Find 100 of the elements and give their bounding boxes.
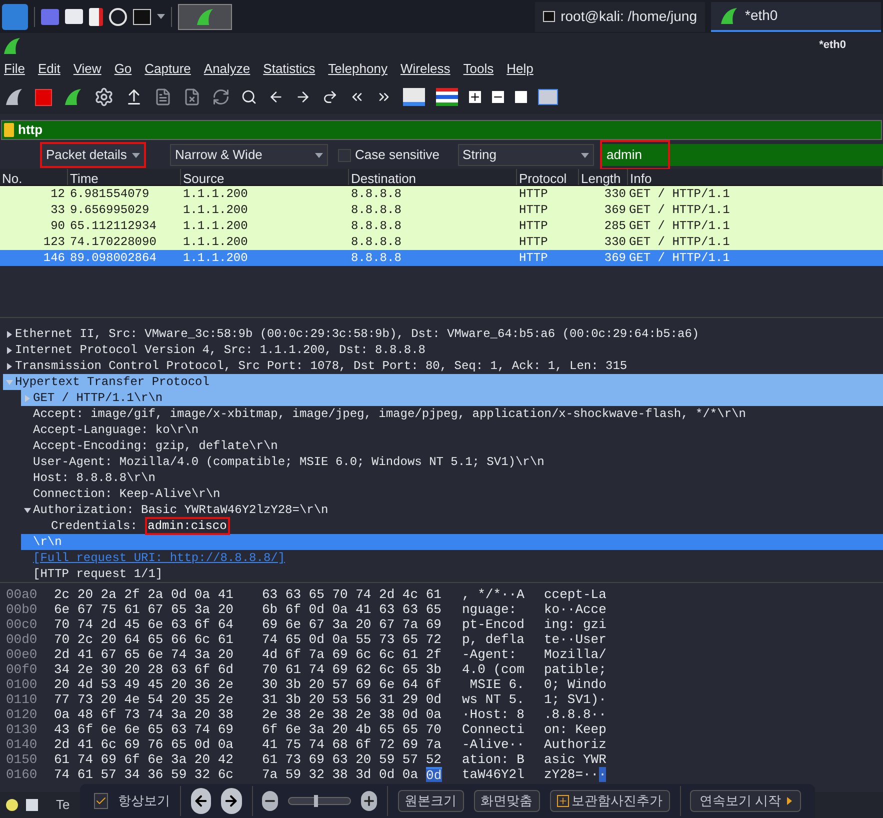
tree-row[interactable]: Ethernet II, Src: VMware_3c:58:9b (00:0c:29:3c:58:9b), Dst: VMware_64:b5:a6 (00:0c:29:64:b5:a6) [3, 326, 883, 342]
packet-cell-text: HTTP [518, 186, 549, 203]
hex-bytes: 70 74 2d 45 6e 63 6f 64 [54, 617, 234, 632]
expand-arrow-icon[interactable] [6, 330, 12, 338]
zoom-in-button[interactable] [361, 791, 377, 811]
menu-item[interactable]: Edit [36, 59, 62, 79]
slider-thumb[interactable] [314, 795, 318, 807]
start-capture-icon[interactable] [4, 87, 24, 107]
menu-item[interactable]: Tools [461, 59, 496, 79]
save-file-icon[interactable] [154, 88, 172, 106]
coloring-rules-icon[interactable] [436, 88, 458, 106]
zoom-in-icon[interactable] [469, 91, 481, 103]
viewer-button[interactable]: 원본크기 [398, 790, 464, 812]
menu-item[interactable]: Statistics [261, 59, 318, 79]
taskbar-window[interactable]: root@kali: /home/jung [535, 2, 705, 32]
menu-item[interactable]: Capture [142, 59, 193, 79]
tree-row[interactable]: Accept-Encoding: gzip, deflate\r\n [21, 438, 883, 454]
ascii-text: ation: B [462, 752, 526, 767]
tree-item-text: Internet Protocol Version 4, Src: 1.1.1.200, Dst: 8.8.8.8 [15, 342, 426, 359]
tree-row[interactable]: Hypertext Transfer Protocol [3, 374, 883, 390]
case-sensitive-checkbox[interactable] [338, 148, 351, 162]
tree-row[interactable]: Credentials: admin:cisco [39, 518, 883, 534]
reload-icon[interactable] [212, 88, 230, 106]
packet-row[interactable]: 90 65.112112934 1.1.1.200 8.8.8.8 HTTP 285 GET / HTTP/1.1 [0, 218, 883, 234]
character-width-dropdown[interactable]: Narrow & Wide [170, 144, 328, 166]
expand-arrow-icon[interactable] [6, 362, 12, 370]
display-filter-field[interactable]: http [1, 120, 882, 140]
viewer-button[interactable]: 화면맞춤 [474, 790, 540, 812]
document-icon[interactable] [89, 8, 103, 26]
wireshark-icon[interactable] [719, 6, 739, 26]
hex-bytes: 70 61 74 69 62 6c 65 3b [262, 662, 442, 677]
tree-row[interactable]: Accept: image/gif, image/x-xbitmap, image/jpeg, image/pjpeg, application/x-shockwave-flash, */*\r\n [21, 406, 883, 422]
packet-cell-text: HTTP [518, 234, 549, 251]
close-file-icon[interactable] [183, 88, 201, 106]
column-header[interactable]: Info [628, 169, 883, 185]
tree-row[interactable]: Authorization: Basic YWRtaW46Y2lzY28=\r\n [21, 502, 883, 518]
packet-cell-text: 330 [603, 186, 627, 203]
open-file-icon[interactable] [125, 88, 143, 106]
column-header[interactable]: No. [0, 169, 68, 185]
tree-row[interactable]: Internet Protocol Version 4, Src: 1.1.1.200, Dst: 8.8.8.8 [3, 342, 883, 358]
menu-item[interactable]: Wireless [398, 59, 452, 79]
selected-ascii-byte: · [598, 767, 606, 782]
menu-item[interactable]: Go [112, 59, 134, 79]
next-button[interactable] [221, 788, 242, 814]
slideshow-button[interactable]: 연속보기 시작 [690, 790, 801, 812]
column-header[interactable]: Length [579, 169, 628, 185]
tree-row[interactable]: Host: 8.8.8.8\r\n [21, 470, 883, 486]
menu-item[interactable]: Telephony [326, 59, 390, 79]
ascii-text: asic YWR [544, 752, 606, 767]
column-header[interactable]: Time [68, 169, 181, 185]
dropdown-icon[interactable] [157, 14, 165, 19]
packet-row[interactable]: 146 89.098002864 1.1.1.200 8.8.8.8 HTTP 369 GET / HTTP/1.1 [0, 250, 883, 266]
hex-bytes: 0a 48 6f 73 74 3a 20 38 [54, 707, 234, 722]
always-view-checkbox[interactable] [94, 793, 108, 809]
taskbar-window[interactable]: *eth0 [711, 2, 881, 32]
menu-item[interactable]: Help [504, 59, 536, 79]
column-header[interactable]: Source [181, 169, 349, 185]
tree-row[interactable]: Transmission Control Protocol, Src Port: 1078, Dst Port: 80, Seq: 1, Ack: 1, Len: 315 [3, 358, 883, 374]
search-scope-dropdown[interactable]: Packet details [40, 142, 146, 168]
hex-bytes: 41 75 74 68 6f 72 69 7a [262, 737, 442, 752]
menu-item[interactable]: File [2, 59, 27, 79]
search-icon[interactable] [241, 89, 257, 105]
viewer-button[interactable]: 보관함사진추가 [550, 790, 670, 812]
wireshark-icon[interactable] [195, 6, 215, 26]
tree-row[interactable]: GET / HTTP/1.1\r\n [21, 390, 883, 406]
zoom-out-icon[interactable] [492, 91, 504, 103]
restart-capture-icon[interactable] [63, 87, 83, 107]
back-arrow-icon[interactable] [268, 89, 284, 105]
tree-row[interactable]: Connection: Keep-Alive\r\n [21, 486, 883, 502]
packet-row[interactable]: 12 6.981554079 1.1.1.200 8.8.8.8 HTTP 330 GET / HTTP/1.1 [0, 186, 883, 202]
hex-bytes: 43 6f 6e 6e 65 63 74 69 [54, 722, 234, 737]
packet-row[interactable]: 33 9.656995029 1.1.1.200 8.8.8.8 HTTP 369 GET / HTTP/1.1 [0, 202, 883, 218]
expand-arrow-icon[interactable] [6, 346, 12, 354]
menu-item[interactable]: View [71, 59, 104, 79]
collapse-arrow-icon[interactable] [24, 506, 30, 514]
menu-item[interactable]: Analyze [202, 59, 252, 79]
hex-bytes: 30 3b 20 57 69 6e 64 6f [262, 677, 442, 692]
search-type-dropdown[interactable]: String [458, 144, 594, 166]
wireshark-taskbar-button[interactable] [178, 4, 232, 30]
zoom-out-button[interactable] [262, 791, 278, 811]
ascii-text: ko··Acce [544, 602, 606, 617]
column-header[interactable]: Destination [349, 169, 517, 185]
request-uri-link[interactable]: [Full request URI: http://8.8.8.8/] [33, 549, 286, 567]
tree-row[interactable]: [HTTP request 1/1] [21, 566, 883, 582]
column-header[interactable]: Protocol [517, 169, 579, 185]
previous-button[interactable] [190, 788, 212, 814]
tree-row[interactable]: Accept-Language: ko\r\n [21, 422, 883, 438]
packet-cell-text: GET / HTTP/1.1 [628, 234, 731, 251]
ascii-text: ·Host: 8 [462, 707, 526, 722]
zoom-slider[interactable] [288, 797, 352, 805]
terminal-icon[interactable] [133, 8, 151, 24]
tree-row[interactable]: \r\n [21, 534, 883, 550]
stop-capture-icon[interactable] [35, 88, 52, 106]
settings-icon[interactable] [94, 87, 114, 107]
packet-row[interactable]: 123 74.170228090 1.1.1.200 8.8.8.8 HTTP 330 GET / HTTP/1.1 [0, 234, 883, 250]
tree-row[interactable]: User-Agent: Mozilla/4.0 (compatible; MSIE 6.0; Windows NT 5.1; SV1)\r\n [21, 454, 883, 470]
go-to-packet-icon[interactable] [322, 89, 338, 105]
app-icon[interactable] [2, 36, 22, 56]
tree-row[interactable]: [Full request URI: http://8.8.8.8/] [21, 550, 883, 566]
forward-arrow-icon[interactable] [295, 89, 311, 105]
